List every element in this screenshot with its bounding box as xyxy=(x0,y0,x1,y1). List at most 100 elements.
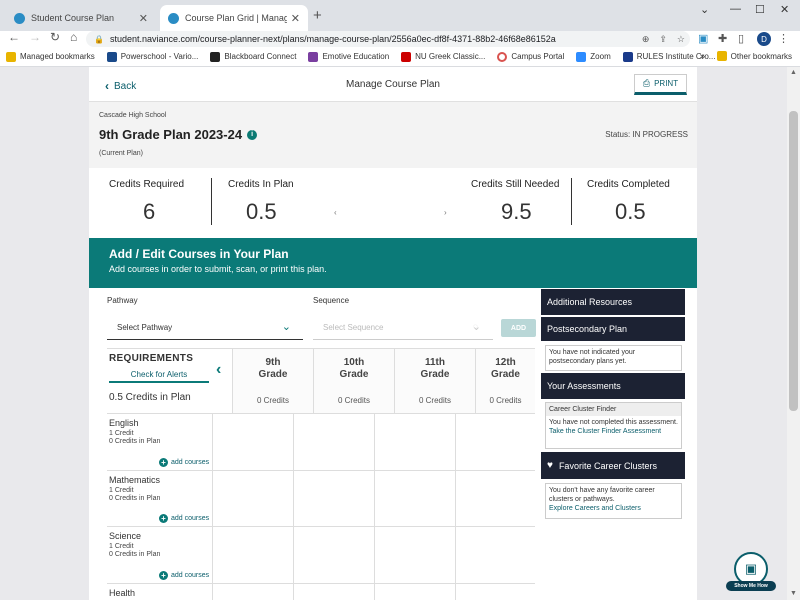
additional-resources-header[interactable]: Additional Resources xyxy=(541,289,685,315)
add-courses-link[interactable]: + add courses xyxy=(159,571,209,580)
ccf-assessment-link[interactable]: Take the Cluster Finder Assessment xyxy=(549,427,678,436)
chevron-down-icon[interactable]: ⌄ xyxy=(700,3,709,16)
grade-cell[interactable] xyxy=(374,414,455,471)
subject-info: Mathematics 1 Credit 0 Credits in Plan xyxy=(109,475,160,502)
course-plan-app: ‹ Back Manage Course Plan ⎙ PRINT Cascade … xyxy=(89,67,697,600)
grade-cell[interactable] xyxy=(212,527,293,584)
show-me-how-label: Show Me How xyxy=(726,581,776,591)
reload-icon[interactable]: ↻ xyxy=(50,30,60,44)
credits-completed-label: Credits Completed xyxy=(587,179,670,190)
subject-name: Health xyxy=(109,588,136,598)
browser-tab-course-plan-grid[interactable]: Course Plan Grid | Manage Cour ✕ xyxy=(160,5,308,31)
grade-cell[interactable] xyxy=(293,414,374,471)
bookmark-greek[interactable]: NU Greek Classic... xyxy=(401,51,486,62)
current-plan-label: (Current Plan) xyxy=(99,150,143,157)
add-button[interactable]: ADD xyxy=(501,319,536,337)
add-courses-link[interactable]: + add courses xyxy=(159,514,209,523)
home-icon[interactable]: ⌂ xyxy=(70,30,77,44)
grade-cell[interactable] xyxy=(293,584,374,600)
show-me-how-button[interactable]: ▣ Show Me How xyxy=(726,552,776,592)
back-arrow-icon[interactable]: ← xyxy=(8,30,20,44)
bookmark-blackboard[interactable]: Blackboard Connect xyxy=(210,51,296,62)
close-tab-icon[interactable]: ✕ xyxy=(291,12,300,25)
grade-word: Grade xyxy=(420,369,450,380)
bookmark-label: Campus Portal xyxy=(511,52,565,61)
grade-cell[interactable] xyxy=(212,414,293,471)
subject-row-science: Science 1 Credit 0 Credits in Plan + add … xyxy=(107,526,535,584)
tab-title: Course Plan Grid | Manage Cour xyxy=(185,13,287,23)
grade-number: 11th xyxy=(424,357,445,368)
grade-cell[interactable] xyxy=(455,471,535,527)
bookmark-managed[interactable]: Managed bookmarks xyxy=(6,51,95,62)
pathway-select[interactable]: Select Pathway ⌄ xyxy=(107,315,303,340)
grade-header-12: 12th Grade 0 Credits xyxy=(475,349,535,413)
scrollbar-thumb[interactable] xyxy=(789,111,798,411)
bookmark-label: NU Greek Classic... xyxy=(415,52,486,61)
forward-arrow-icon[interactable]: → xyxy=(29,30,41,44)
add-courses-label: add courses xyxy=(171,515,210,522)
scroll-up-icon[interactable]: ▲ xyxy=(790,69,797,76)
more-bookmarks-icon[interactable]: » xyxy=(700,51,705,61)
sequence-label: Sequence xyxy=(313,296,350,305)
close-tab-icon[interactable]: ✕ xyxy=(139,12,148,25)
grade-cell[interactable] xyxy=(293,471,374,527)
sequence-select[interactable]: Select Sequence ⌄ xyxy=(313,315,493,340)
menu-dots-icon[interactable]: ⋮ xyxy=(778,32,789,45)
bookmark-campus[interactable]: Campus Portal xyxy=(497,51,565,62)
grade-cell[interactable] xyxy=(374,471,455,527)
grade-cell[interactable] xyxy=(455,414,535,471)
carousel-prev-icon[interactable]: ‹ xyxy=(334,208,337,217)
naviance-favicon-icon xyxy=(168,12,179,24)
assessments-header[interactable]: Your Assessments xyxy=(541,373,685,399)
grade-cell[interactable] xyxy=(293,527,374,584)
zoom-icon[interactable]: ⊕ xyxy=(642,34,650,45)
bookmark-zoom[interactable]: Zoom xyxy=(576,51,611,62)
info-icon[interactable]: i xyxy=(247,129,258,140)
bookmark-star-icon[interactable]: ☆ xyxy=(677,34,685,45)
bookmark-powerschool[interactable]: Powerschool - Vario... xyxy=(106,51,198,62)
chevron-left-icon[interactable]: ‹ xyxy=(216,361,221,379)
sidepanel-icon[interactable]: ▯ xyxy=(738,32,744,45)
banner-title: Add / Edit Courses in Your Plan xyxy=(109,247,289,261)
bookmark-emotive[interactable]: Emotive Education xyxy=(308,51,390,62)
scroll-down-icon[interactable]: ▼ xyxy=(790,590,797,597)
close-window-icon[interactable]: ✕ xyxy=(780,3,789,16)
grade-cell[interactable] xyxy=(374,584,455,600)
pathway-value: Select Pathway xyxy=(117,322,173,332)
sequence-value: Select Sequence xyxy=(323,322,384,332)
carousel-next-icon[interactable]: › xyxy=(444,208,447,217)
browser-tab-student-course-plan[interactable]: Student Course Plan ✕ xyxy=(6,5,156,31)
tab-title: Student Course Plan xyxy=(31,13,115,23)
grade-number: 12th xyxy=(495,357,516,368)
postsecondary-plan-header[interactable]: Postsecondary Plan xyxy=(541,317,685,341)
bookmark-label: Emotive Education xyxy=(322,52,390,61)
grade-cell[interactable] xyxy=(212,584,293,600)
puzzle-icon[interactable]: ✚ xyxy=(718,32,727,45)
address-bar[interactable]: 🔒 student.naviance.com/course-planner-ne… xyxy=(86,31,690,47)
heart-icon: ♥ xyxy=(547,460,553,471)
page-scrollbar[interactable]: ▲ ▼ xyxy=(787,67,800,600)
postsecondary-text: You have not indicated your postsecondar… xyxy=(549,349,636,365)
plus-icon: + xyxy=(159,571,168,580)
minimize-icon[interactable]: — xyxy=(730,3,741,15)
profile-avatar[interactable]: D xyxy=(757,32,771,46)
folder-icon xyxy=(716,51,727,61)
print-button[interactable]: ⎙ PRINT xyxy=(634,74,687,95)
grade-cell[interactable] xyxy=(455,584,535,600)
grade-header-11: 11th Grade 0 Credits xyxy=(394,349,475,413)
grade-cell[interactable] xyxy=(212,471,293,527)
grade-cell[interactable] xyxy=(374,527,455,584)
add-courses-link[interactable]: + add courses xyxy=(159,458,209,467)
other-bookmarks[interactable]: Other bookmarks xyxy=(716,51,792,61)
share-icon[interactable]: ⇪ xyxy=(659,34,667,45)
extension-icon[interactable]: ▣ xyxy=(698,32,708,45)
credits-still-needed-label: Credits Still Needed xyxy=(471,179,560,190)
check-alerts-button[interactable]: Check for Alerts xyxy=(109,367,209,383)
refresh-icon[interactable]: ◌ xyxy=(473,322,478,331)
new-tab-icon[interactable]: + xyxy=(313,7,322,24)
explore-careers-link[interactable]: Explore Careers and Clusters xyxy=(549,504,678,513)
plan-status: Status: IN PROGRESS xyxy=(605,130,688,139)
favorite-clusters-header[interactable]: ♥ Favorite Career Clusters xyxy=(541,452,685,479)
maximize-icon[interactable]: ☐ xyxy=(755,3,765,16)
grade-cell[interactable] xyxy=(455,527,535,584)
